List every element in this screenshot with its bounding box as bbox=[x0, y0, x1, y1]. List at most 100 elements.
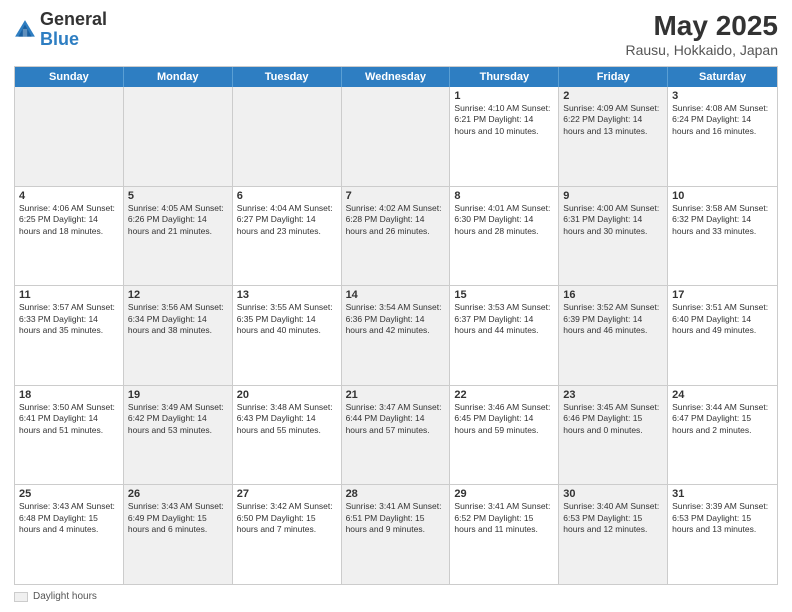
cell-info: Sunrise: 4:10 AM Sunset: 6:21 PM Dayligh… bbox=[454, 103, 554, 137]
cal-week-2: 4Sunrise: 4:06 AM Sunset: 6:25 PM Daylig… bbox=[15, 187, 777, 287]
cal-cell-w5-d2: 27Sunrise: 3:42 AM Sunset: 6:50 PM Dayli… bbox=[233, 485, 342, 584]
cal-cell-w2-d1: 5Sunrise: 4:05 AM Sunset: 6:26 PM Daylig… bbox=[124, 187, 233, 286]
cal-header-wednesday: Wednesday bbox=[342, 67, 451, 87]
cal-cell-w2-d5: 9Sunrise: 4:00 AM Sunset: 6:31 PM Daylig… bbox=[559, 187, 668, 286]
location-title: Rausu, Hokkaido, Japan bbox=[625, 42, 778, 58]
cal-header-saturday: Saturday bbox=[668, 67, 777, 87]
cal-cell-w4-d5: 23Sunrise: 3:45 AM Sunset: 6:46 PM Dayli… bbox=[559, 386, 668, 485]
day-number: 5 bbox=[128, 190, 228, 202]
day-number: 10 bbox=[672, 190, 773, 202]
day-number: 19 bbox=[128, 389, 228, 401]
cal-week-3: 11Sunrise: 3:57 AM Sunset: 6:33 PM Dayli… bbox=[15, 286, 777, 386]
header: General Blue May 2025 Rausu, Hokkaido, J… bbox=[14, 10, 778, 58]
cal-header-sunday: Sunday bbox=[15, 67, 124, 87]
cell-info: Sunrise: 3:43 AM Sunset: 6:48 PM Dayligh… bbox=[19, 501, 119, 535]
day-number: 12 bbox=[128, 289, 228, 301]
cell-info: Sunrise: 3:40 AM Sunset: 6:53 PM Dayligh… bbox=[563, 501, 663, 535]
day-number: 27 bbox=[237, 488, 337, 500]
day-number: 28 bbox=[346, 488, 446, 500]
day-number: 14 bbox=[346, 289, 446, 301]
logo-text: General Blue bbox=[40, 10, 107, 50]
page: General Blue May 2025 Rausu, Hokkaido, J… bbox=[0, 0, 792, 612]
cell-info: Sunrise: 3:45 AM Sunset: 6:46 PM Dayligh… bbox=[563, 402, 663, 436]
cell-info: Sunrise: 4:02 AM Sunset: 6:28 PM Dayligh… bbox=[346, 203, 446, 237]
calendar: SundayMondayTuesdayWednesdayThursdayFrid… bbox=[14, 66, 778, 585]
day-number: 15 bbox=[454, 289, 554, 301]
cal-cell-w4-d1: 19Sunrise: 3:49 AM Sunset: 6:42 PM Dayli… bbox=[124, 386, 233, 485]
cal-cell-w2-d3: 7Sunrise: 4:02 AM Sunset: 6:28 PM Daylig… bbox=[342, 187, 451, 286]
cal-cell-w5-d6: 31Sunrise: 3:39 AM Sunset: 6:53 PM Dayli… bbox=[668, 485, 777, 584]
cell-info: Sunrise: 3:41 AM Sunset: 6:52 PM Dayligh… bbox=[454, 501, 554, 535]
day-number: 17 bbox=[672, 289, 773, 301]
cell-info: Sunrise: 3:48 AM Sunset: 6:43 PM Dayligh… bbox=[237, 402, 337, 436]
logo-blue: Blue bbox=[40, 30, 107, 50]
day-number: 25 bbox=[19, 488, 119, 500]
cal-cell-w3-d1: 12Sunrise: 3:56 AM Sunset: 6:34 PM Dayli… bbox=[124, 286, 233, 385]
cal-week-1: 1Sunrise: 4:10 AM Sunset: 6:21 PM Daylig… bbox=[15, 87, 777, 187]
day-number: 21 bbox=[346, 389, 446, 401]
cal-cell-w4-d6: 24Sunrise: 3:44 AM Sunset: 6:47 PM Dayli… bbox=[668, 386, 777, 485]
cal-cell-w2-d2: 6Sunrise: 4:04 AM Sunset: 6:27 PM Daylig… bbox=[233, 187, 342, 286]
day-number: 7 bbox=[346, 190, 446, 202]
cell-info: Sunrise: 4:04 AM Sunset: 6:27 PM Dayligh… bbox=[237, 203, 337, 237]
day-number: 9 bbox=[563, 190, 663, 202]
day-number: 11 bbox=[19, 289, 119, 301]
cell-info: Sunrise: 4:09 AM Sunset: 6:22 PM Dayligh… bbox=[563, 103, 663, 137]
logo-general: General bbox=[40, 10, 107, 30]
cal-cell-w1-d2 bbox=[233, 87, 342, 186]
cal-cell-w1-d4: 1Sunrise: 4:10 AM Sunset: 6:21 PM Daylig… bbox=[450, 87, 559, 186]
day-number: 26 bbox=[128, 488, 228, 500]
cell-info: Sunrise: 4:05 AM Sunset: 6:26 PM Dayligh… bbox=[128, 203, 228, 237]
cal-cell-w4-d3: 21Sunrise: 3:47 AM Sunset: 6:44 PM Dayli… bbox=[342, 386, 451, 485]
cell-info: Sunrise: 3:43 AM Sunset: 6:49 PM Dayligh… bbox=[128, 501, 228, 535]
cal-week-4: 18Sunrise: 3:50 AM Sunset: 6:41 PM Dayli… bbox=[15, 386, 777, 486]
cal-cell-w4-d4: 22Sunrise: 3:46 AM Sunset: 6:45 PM Dayli… bbox=[450, 386, 559, 485]
cal-week-5: 25Sunrise: 3:43 AM Sunset: 6:48 PM Dayli… bbox=[15, 485, 777, 584]
cal-cell-w3-d4: 15Sunrise: 3:53 AM Sunset: 6:37 PM Dayli… bbox=[450, 286, 559, 385]
cal-cell-w5-d5: 30Sunrise: 3:40 AM Sunset: 6:53 PM Dayli… bbox=[559, 485, 668, 584]
cell-info: Sunrise: 3:55 AM Sunset: 6:35 PM Dayligh… bbox=[237, 302, 337, 336]
cell-info: Sunrise: 3:58 AM Sunset: 6:32 PM Dayligh… bbox=[672, 203, 773, 237]
cell-info: Sunrise: 3:52 AM Sunset: 6:39 PM Dayligh… bbox=[563, 302, 663, 336]
cal-cell-w1-d5: 2Sunrise: 4:09 AM Sunset: 6:22 PM Daylig… bbox=[559, 87, 668, 186]
day-number: 31 bbox=[672, 488, 773, 500]
cell-info: Sunrise: 4:06 AM Sunset: 6:25 PM Dayligh… bbox=[19, 203, 119, 237]
cal-cell-w5-d1: 26Sunrise: 3:43 AM Sunset: 6:49 PM Dayli… bbox=[124, 485, 233, 584]
cell-info: Sunrise: 3:44 AM Sunset: 6:47 PM Dayligh… bbox=[672, 402, 773, 436]
day-number: 2 bbox=[563, 90, 663, 102]
cal-cell-w1-d6: 3Sunrise: 4:08 AM Sunset: 6:24 PM Daylig… bbox=[668, 87, 777, 186]
cell-info: Sunrise: 3:41 AM Sunset: 6:51 PM Dayligh… bbox=[346, 501, 446, 535]
day-number: 18 bbox=[19, 389, 119, 401]
cal-header-thursday: Thursday bbox=[450, 67, 559, 87]
cal-cell-w3-d0: 11Sunrise: 3:57 AM Sunset: 6:33 PM Dayli… bbox=[15, 286, 124, 385]
legend-label: Daylight hours bbox=[33, 591, 97, 602]
cell-info: Sunrise: 4:08 AM Sunset: 6:24 PM Dayligh… bbox=[672, 103, 773, 137]
cell-info: Sunrise: 3:49 AM Sunset: 6:42 PM Dayligh… bbox=[128, 402, 228, 436]
cell-info: Sunrise: 3:47 AM Sunset: 6:44 PM Dayligh… bbox=[346, 402, 446, 436]
day-number: 23 bbox=[563, 389, 663, 401]
day-number: 22 bbox=[454, 389, 554, 401]
day-number: 1 bbox=[454, 90, 554, 102]
cal-cell-w2-d6: 10Sunrise: 3:58 AM Sunset: 6:32 PM Dayli… bbox=[668, 187, 777, 286]
cal-cell-w3-d5: 16Sunrise: 3:52 AM Sunset: 6:39 PM Dayli… bbox=[559, 286, 668, 385]
day-number: 6 bbox=[237, 190, 337, 202]
cal-cell-w3-d6: 17Sunrise: 3:51 AM Sunset: 6:40 PM Dayli… bbox=[668, 286, 777, 385]
cell-info: Sunrise: 4:00 AM Sunset: 6:31 PM Dayligh… bbox=[563, 203, 663, 237]
logo-area: General Blue bbox=[14, 10, 107, 50]
cal-cell-w3-d2: 13Sunrise: 3:55 AM Sunset: 6:35 PM Dayli… bbox=[233, 286, 342, 385]
cell-info: Sunrise: 4:01 AM Sunset: 6:30 PM Dayligh… bbox=[454, 203, 554, 237]
day-number: 29 bbox=[454, 488, 554, 500]
cal-cell-w1-d3 bbox=[342, 87, 451, 186]
cell-info: Sunrise: 3:50 AM Sunset: 6:41 PM Dayligh… bbox=[19, 402, 119, 436]
cal-cell-w3-d3: 14Sunrise: 3:54 AM Sunset: 6:36 PM Dayli… bbox=[342, 286, 451, 385]
cal-cell-w4-d2: 20Sunrise: 3:48 AM Sunset: 6:43 PM Dayli… bbox=[233, 386, 342, 485]
day-number: 20 bbox=[237, 389, 337, 401]
legend-box-shaded bbox=[14, 592, 28, 602]
day-number: 8 bbox=[454, 190, 554, 202]
cal-cell-w2-d4: 8Sunrise: 4:01 AM Sunset: 6:30 PM Daylig… bbox=[450, 187, 559, 286]
day-number: 24 bbox=[672, 389, 773, 401]
cell-info: Sunrise: 3:56 AM Sunset: 6:34 PM Dayligh… bbox=[128, 302, 228, 336]
cal-cell-w4-d0: 18Sunrise: 3:50 AM Sunset: 6:41 PM Dayli… bbox=[15, 386, 124, 485]
day-number: 13 bbox=[237, 289, 337, 301]
cal-header-tuesday: Tuesday bbox=[233, 67, 342, 87]
